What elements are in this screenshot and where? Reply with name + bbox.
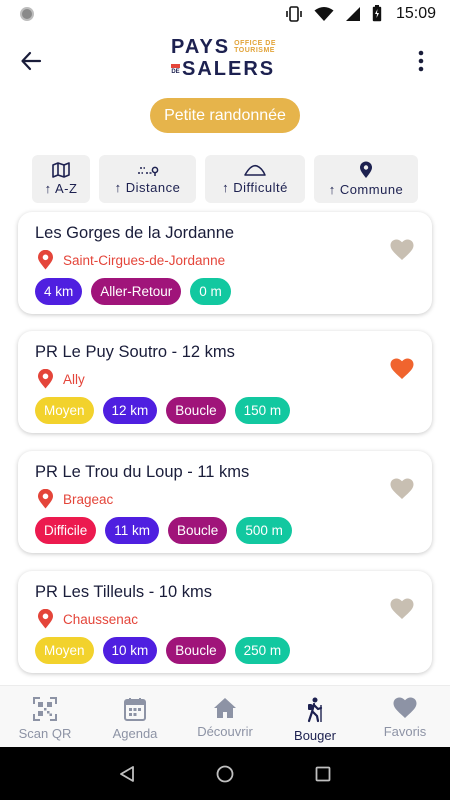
route-card[interactable]: PR Les Tilleuls - 10 kms Chaussenac Moyen 1… xyxy=(18,571,432,673)
signal-icon xyxy=(345,6,360,21)
route-tags: 4 km Aller-Retour 0 m xyxy=(35,278,231,305)
route-tag-distance: 10 km xyxy=(102,637,158,664)
more-button[interactable] xyxy=(408,48,434,74)
hill-icon xyxy=(244,164,266,176)
route-location-text: Brageac xyxy=(63,491,114,507)
heart-icon xyxy=(390,598,414,619)
sort-difficulty-button[interactable]: ↑ Difficulté xyxy=(205,155,305,203)
route-location-text: Saint-Cirgues-de-Jordanne xyxy=(63,252,226,268)
location-pin-icon xyxy=(38,489,53,509)
route-tag-type: Boucle xyxy=(166,637,226,664)
route-card[interactable]: PR Le Puy Soutro - 12 kms Ally Moyen 12 km B… xyxy=(18,331,432,433)
route-tag-distance: 11 km xyxy=(105,517,160,544)
route-title: PR Le Puy Soutro - 12 kms xyxy=(35,343,235,361)
back-triangle-icon[interactable] xyxy=(119,765,135,782)
route-card[interactable]: PR Le Trou du Loup - 11 kms Brageac Diffic… xyxy=(18,451,432,553)
calendar-icon xyxy=(124,698,146,721)
route-tag-distance: 4 km xyxy=(35,278,83,305)
map-icon xyxy=(52,162,70,178)
app-logo: PAYS OFFICE DE TOURISME DE SALERS xyxy=(171,37,276,79)
route-tag-distance: 12 km xyxy=(102,397,158,424)
heart-icon xyxy=(393,697,417,718)
heart-icon xyxy=(390,478,414,499)
nav-scan-qr[interactable]: Scan QR xyxy=(0,686,90,747)
favorite-button[interactable] xyxy=(390,358,414,385)
heart-icon xyxy=(390,239,414,260)
sort-commune-button[interactable]: ↑ Commune xyxy=(314,155,418,203)
logo-small2: TOURISME xyxy=(234,47,275,54)
route-tag-difficile: Difficile xyxy=(35,517,97,544)
route-title: Les Gorges de la Jordanne xyxy=(35,224,235,242)
recents-square-icon[interactable] xyxy=(315,766,331,782)
app-bar: PAYS OFFICE DE TOURISME DE SALERS xyxy=(0,27,450,95)
route-tag-moyen: Moyen xyxy=(35,397,94,424)
sort-distance-button[interactable]: ↑ Distance xyxy=(99,155,196,203)
route-icon xyxy=(137,166,158,176)
system-navigation-bar xyxy=(0,747,450,800)
location-pin-icon xyxy=(38,250,53,270)
route-tag-type: Aller-Retour xyxy=(91,278,182,305)
vibrate-icon xyxy=(286,5,302,22)
route-title: PR Le Trou du Loup - 11 kms xyxy=(35,463,250,481)
more-vertical-icon xyxy=(418,50,424,72)
notification-icon xyxy=(20,6,34,21)
route-tags: Difficile 11 km Boucle 500 m xyxy=(35,517,292,544)
favorite-button[interactable] xyxy=(390,239,414,266)
route-tag-type: Boucle xyxy=(168,517,228,544)
logo-line1: PAYS xyxy=(171,36,231,58)
route-tag-type: Boucle xyxy=(166,397,226,424)
route-title: PR Les Tilleuls - 10 kms xyxy=(35,583,212,601)
route-location-text: Ally xyxy=(63,371,85,387)
home-circle-icon[interactable] xyxy=(216,765,234,783)
heart-icon xyxy=(390,358,414,379)
nav-decouvrir[interactable]: Découvrir xyxy=(180,686,270,747)
route-location: Ally xyxy=(37,369,85,389)
sort-az-button[interactable]: ↑ A-Z xyxy=(32,155,90,203)
route-location: Saint-Cirgues-de-Jordanne xyxy=(37,250,225,270)
logo-line2: SALERS xyxy=(182,58,276,80)
location-pin-icon xyxy=(38,369,53,389)
wifi-icon xyxy=(314,6,334,21)
route-tag-elevation: 0 m xyxy=(190,278,231,305)
bottom-navigation: Scan QR Agenda Découvrir Bouger Favoris xyxy=(0,685,450,747)
route-location: Chaussenac xyxy=(37,609,138,629)
route-location: Brageac xyxy=(37,489,113,509)
category-filter-button[interactable]: Petite randonnée xyxy=(150,98,300,133)
sort-bar: ↑ A-Z ↑ Distance ↑ Difficulté ↑ Commune xyxy=(32,155,427,203)
location-pin-icon xyxy=(38,609,53,629)
favorite-button[interactable] xyxy=(390,478,414,505)
clock: 15:09 xyxy=(395,4,436,22)
back-button[interactable] xyxy=(18,48,44,74)
route-tags: Moyen 10 km Boucle 250 m xyxy=(35,637,291,664)
logo-small1: OFFICE DE xyxy=(234,40,276,47)
route-tag-elevation: 500 m xyxy=(236,517,292,544)
home-icon xyxy=(214,698,236,718)
nav-bouger[interactable]: Bouger xyxy=(270,686,360,747)
route-card[interactable]: Les Gorges de la Jordanne Saint-Cirgues-d… xyxy=(18,212,432,314)
battery-icon xyxy=(372,5,382,22)
logo-de: DE xyxy=(171,63,180,75)
pin-icon xyxy=(360,161,372,178)
favorite-button[interactable] xyxy=(390,598,414,625)
route-location-text: Chaussenac xyxy=(63,611,139,627)
hiker-icon xyxy=(307,697,323,723)
arrow-left-icon xyxy=(21,51,42,71)
status-bar: 15:09 xyxy=(0,0,450,27)
route-tags: Moyen 12 km Boucle 150 m xyxy=(35,397,291,424)
nav-agenda[interactable]: Agenda xyxy=(90,686,180,747)
nav-favoris[interactable]: Favoris xyxy=(360,686,450,747)
route-tag-elevation: 250 m xyxy=(234,637,291,664)
route-tag-elevation: 150 m xyxy=(234,397,291,424)
route-tag-moyen: Moyen xyxy=(35,637,94,664)
qr-code-icon xyxy=(33,697,57,721)
